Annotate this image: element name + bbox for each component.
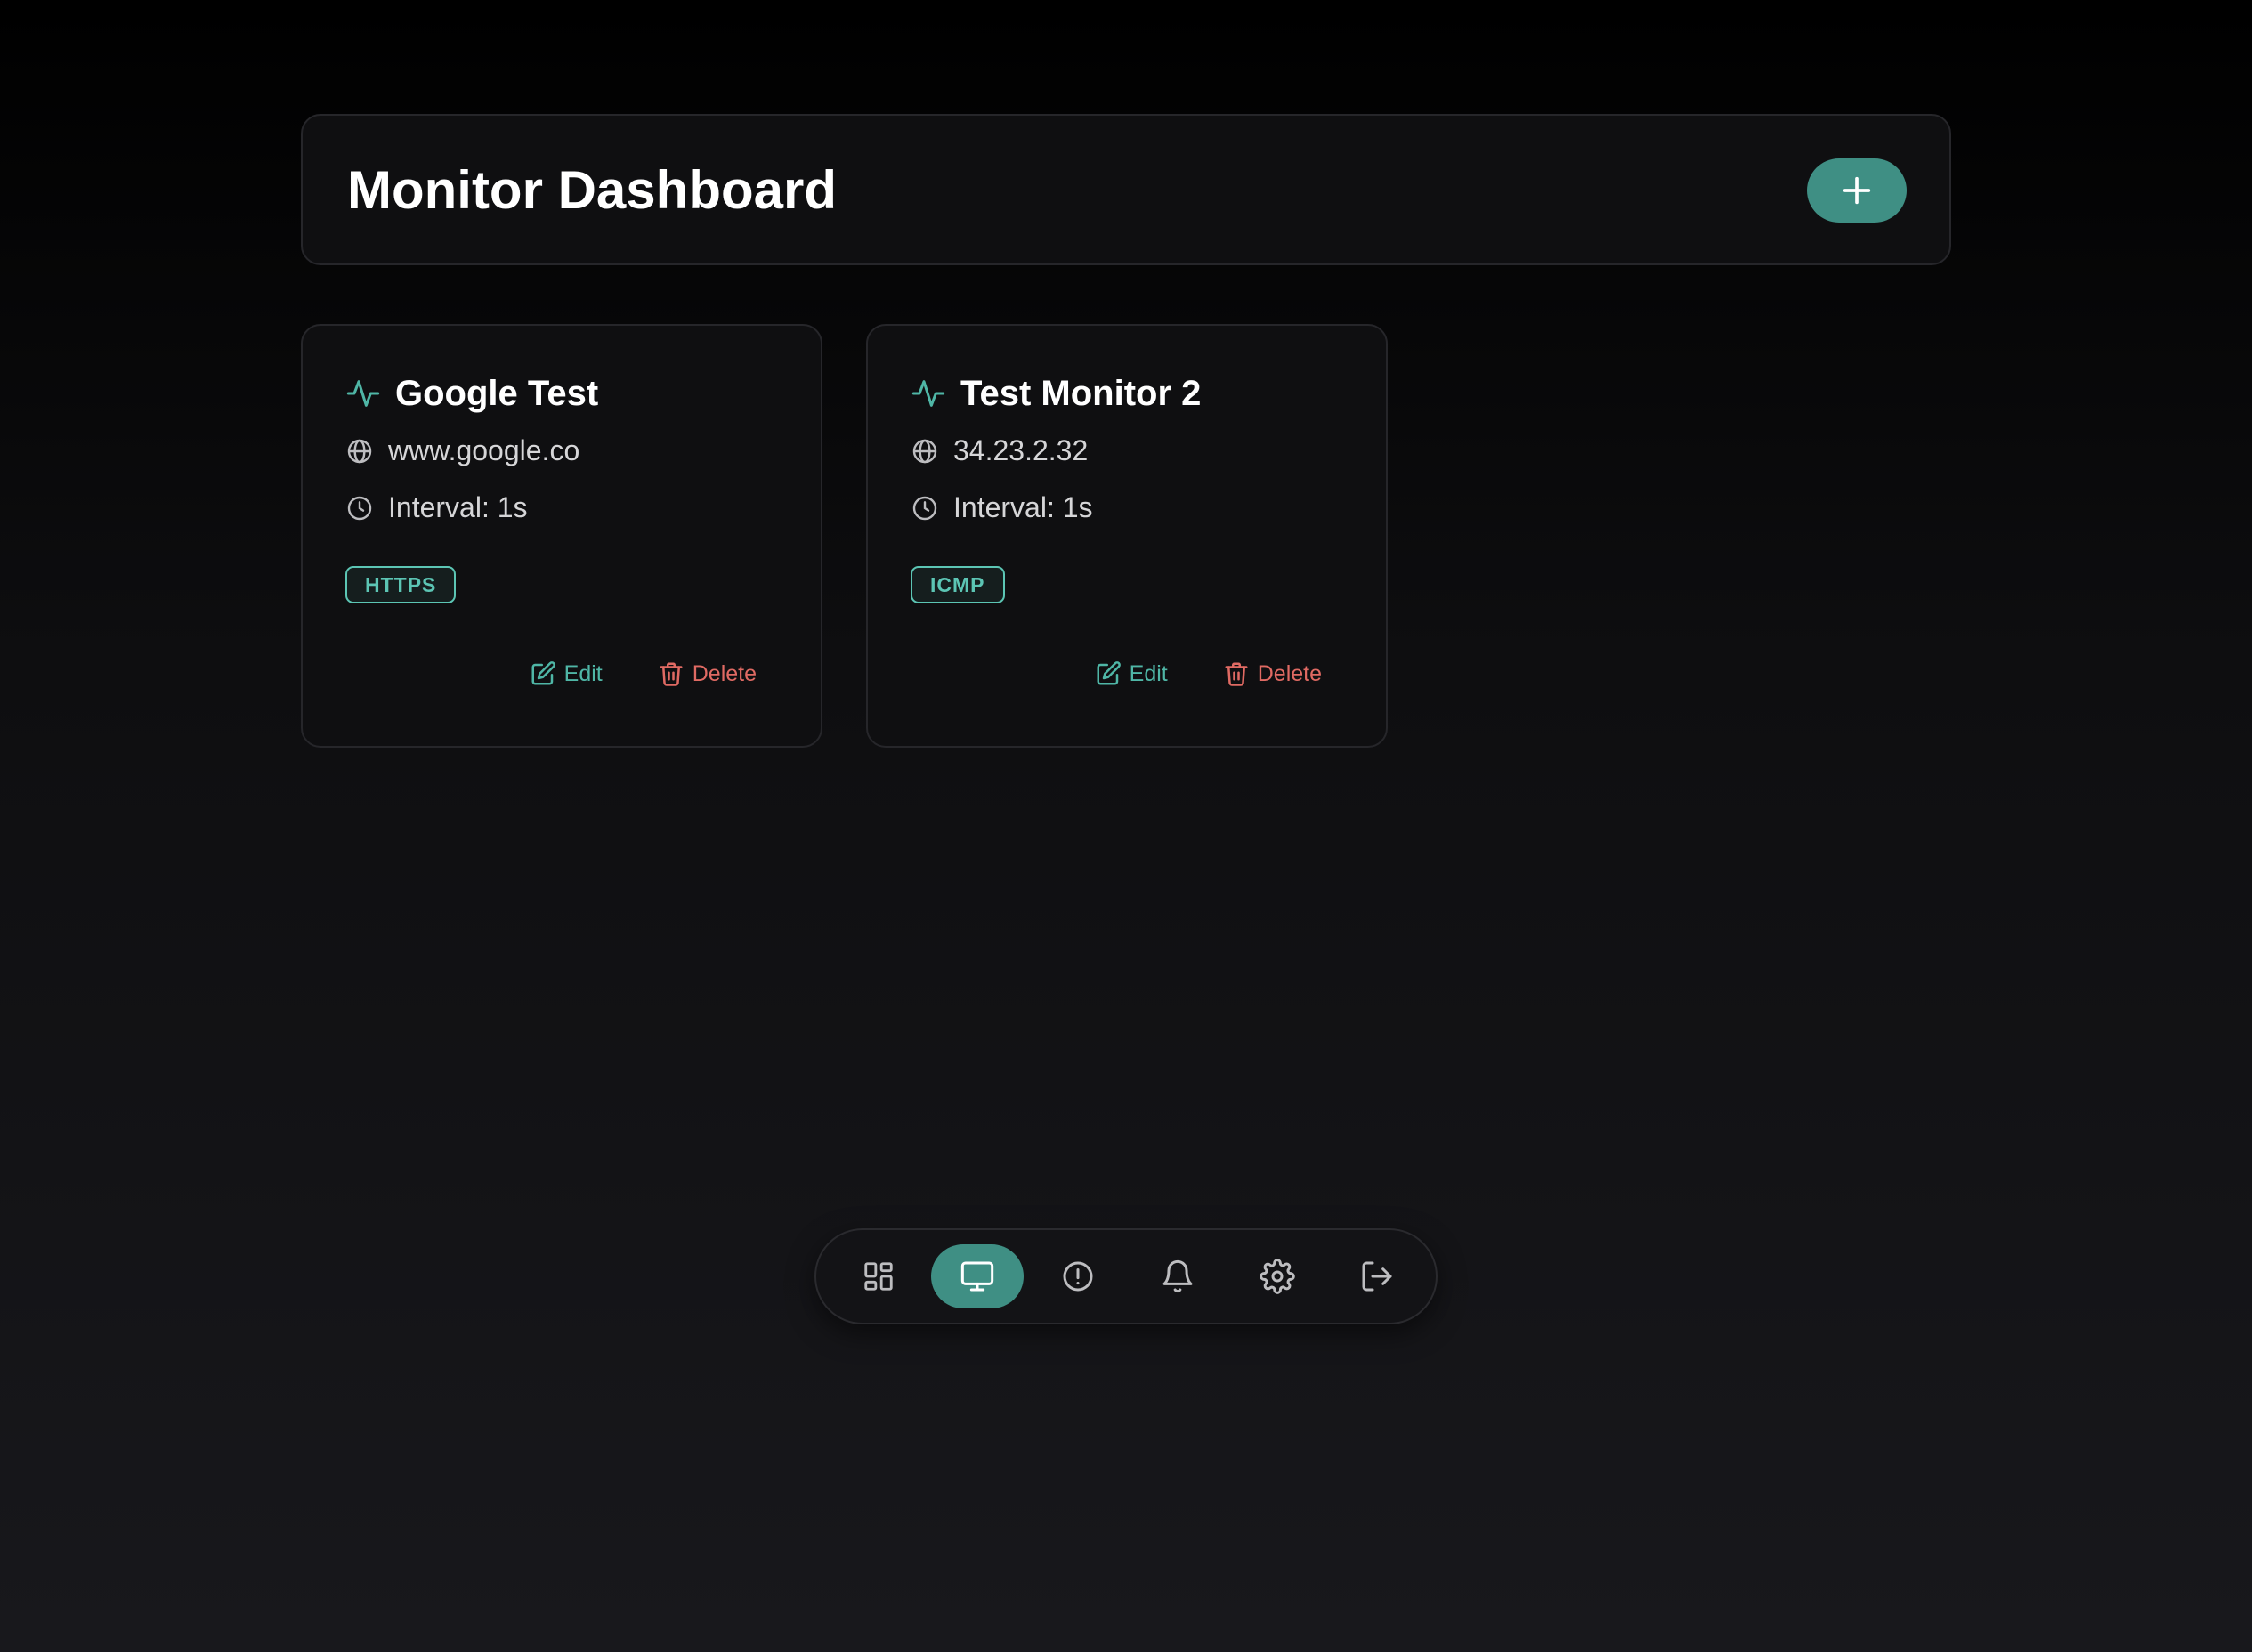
plus-icon <box>1843 176 1871 205</box>
edit-label: Edit <box>1129 660 1168 686</box>
monitor-target-row: 34.23.2.32 <box>911 434 1088 467</box>
clock-icon <box>912 496 937 520</box>
delete-button[interactable]: Delete <box>658 660 757 687</box>
protocol-badge: ICMP <box>911 566 1005 603</box>
nav-logout[interactable] <box>1331 1244 1423 1308</box>
monitor-target: www.google.co <box>388 434 580 466</box>
nav-monitors[interactable] <box>931 1244 1024 1308</box>
trash-icon <box>1225 662 1248 686</box>
edit-icon <box>1097 661 1121 685</box>
trash-icon <box>660 662 683 686</box>
nav-dashboard[interactable] <box>832 1244 925 1308</box>
card-title-row: Test Monitor 2 <box>911 372 1201 415</box>
monitor-interval-row: Interval: 1s <box>911 491 1093 524</box>
bottom-nav <box>814 1228 1438 1324</box>
delete-label: Delete <box>692 660 757 686</box>
edit-button[interactable]: Edit <box>530 660 603 687</box>
monitor-interval-row: Interval: 1s <box>345 491 528 524</box>
monitor-interval: Interval: 1s <box>388 491 528 523</box>
edit-icon <box>531 661 555 685</box>
page-title: Monitor Dashboard <box>347 160 837 220</box>
edit-label: Edit <box>563 660 603 686</box>
monitor-card: Test Monitor 2 34.23.2.32 Interval: 1s I… <box>866 324 1388 748</box>
dashboard-grid-icon <box>864 1262 893 1291</box>
monitor-card: Google Test www.google.co Interval: 1s H… <box>301 324 822 748</box>
header-panel: Monitor Dashboard <box>301 114 1951 265</box>
card-actions: Edit Delete <box>530 660 757 687</box>
clock-icon <box>347 496 372 520</box>
monitor-interval: Interval: 1s <box>953 491 1093 523</box>
card-title-row: Google Test <box>345 372 598 415</box>
logout-icon <box>1362 1261 1392 1292</box>
nav-settings[interactable] <box>1231 1244 1324 1308</box>
monitor-name: Google Test <box>395 374 599 413</box>
settings-gear-icon <box>1260 1259 1295 1294</box>
nav-incidents[interactable] <box>1032 1244 1124 1308</box>
alert-circle-icon <box>1063 1261 1093 1292</box>
add-monitor-button[interactable] <box>1807 158 1907 223</box>
globe-icon <box>347 439 372 463</box>
activity-icon <box>346 380 380 407</box>
protocol-badge: HTTPS <box>345 566 457 603</box>
monitor-target: 34.23.2.32 <box>953 434 1089 466</box>
monitor-name: Test Monitor 2 <box>960 374 1202 413</box>
delete-label: Delete <box>1257 660 1322 686</box>
edit-button[interactable]: Edit <box>1095 660 1168 687</box>
globe-icon <box>912 439 937 463</box>
card-actions: Edit Delete <box>1095 660 1322 687</box>
delete-button[interactable]: Delete <box>1223 660 1322 687</box>
monitor-icon <box>960 1261 994 1292</box>
activity-icon <box>911 380 945 407</box>
bell-icon <box>1162 1259 1193 1293</box>
monitor-target-row: www.google.co <box>345 434 579 467</box>
nav-notifications[interactable] <box>1131 1244 1224 1308</box>
